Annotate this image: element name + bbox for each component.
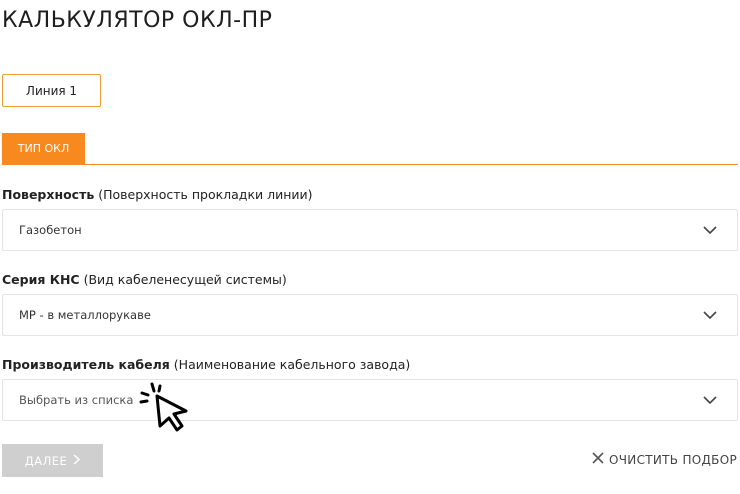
kns-series-select[interactable]: МР - в металлорукаве <box>2 294 738 336</box>
kns-series-label-note: (Вид кабеленесущей системы) <box>83 272 287 287</box>
cable-manufacturer-label: Производитель кабеля (Наименование кабел… <box>2 357 410 372</box>
tab-divider <box>2 164 738 165</box>
tab-type-okl[interactable]: ТИП ОКЛ <box>2 133 85 164</box>
kns-series-label-title: Серия КНС <box>2 272 80 287</box>
click-cursor-icon <box>138 382 194 438</box>
chevron-down-icon <box>699 389 721 411</box>
cable-manufacturer-select-value: Выбрать из списка <box>19 393 134 407</box>
chevron-right-icon <box>73 453 81 468</box>
tab-line-1[interactable]: Линия 1 <box>2 74 101 107</box>
cable-manufacturer-select[interactable]: Выбрать из списка <box>2 379 738 421</box>
surface-label: Поверхность (Поверхность прокладки линии… <box>2 187 313 202</box>
next-button-label: ДАЛЕЕ <box>24 453 68 468</box>
surface-label-title: Поверхность <box>2 187 95 202</box>
cable-manufacturer-label-title: Производитель кабеля <box>2 357 170 372</box>
page-title: КАЛЬКУЛЯТОР ОКЛ-ПР <box>2 8 273 33</box>
surface-select[interactable]: Газобетон <box>2 209 738 251</box>
clear-selection-button[interactable]: ОЧИСТИТЬ ПОДБОР <box>592 452 737 467</box>
chevron-down-icon <box>699 219 721 241</box>
kns-series-label: Серия КНС (Вид кабеленесущей системы) <box>2 272 287 287</box>
close-icon <box>592 452 604 467</box>
chevron-down-icon <box>699 304 721 326</box>
kns-series-select-value: МР - в металлорукаве <box>19 308 151 322</box>
surface-select-value: Газобетон <box>19 223 82 237</box>
surface-label-note: (Поверхность прокладки линии) <box>98 187 313 202</box>
next-button[interactable]: ДАЛЕЕ <box>2 444 103 477</box>
clear-selection-label: ОЧИСТИТЬ ПОДБОР <box>609 452 737 467</box>
cable-manufacturer-label-note: (Наименование кабельного завода) <box>173 357 411 372</box>
